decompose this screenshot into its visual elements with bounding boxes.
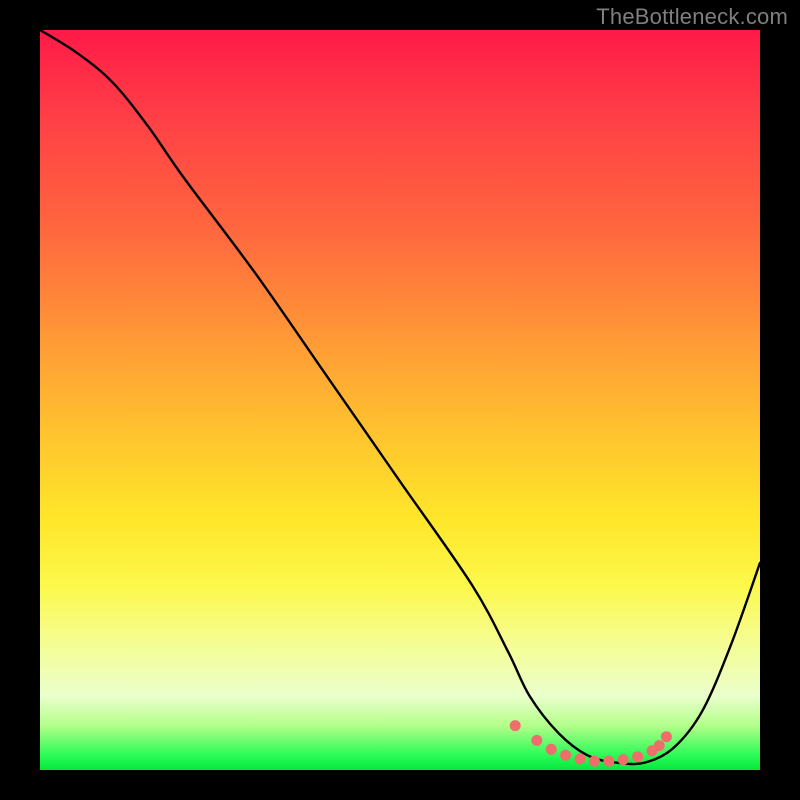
- trough-dot: [560, 750, 571, 761]
- plot-area: [40, 30, 760, 770]
- trough-dot: [531, 735, 542, 746]
- watermark-text: TheBottleneck.com: [596, 4, 788, 30]
- bottleneck-curve: [40, 30, 760, 764]
- trough-dot: [618, 754, 629, 765]
- trough-dot: [603, 756, 614, 767]
- trough-dot: [575, 753, 586, 764]
- trough-dot: [654, 740, 665, 751]
- trough-dots-group: [510, 720, 672, 767]
- trough-dot: [661, 731, 672, 742]
- chart-frame: TheBottleneck.com: [0, 0, 800, 800]
- trough-dot: [632, 751, 643, 762]
- trough-dot: [510, 720, 521, 731]
- trough-dot: [546, 744, 557, 755]
- chart-svg: [40, 30, 760, 770]
- trough-dot: [589, 756, 600, 767]
